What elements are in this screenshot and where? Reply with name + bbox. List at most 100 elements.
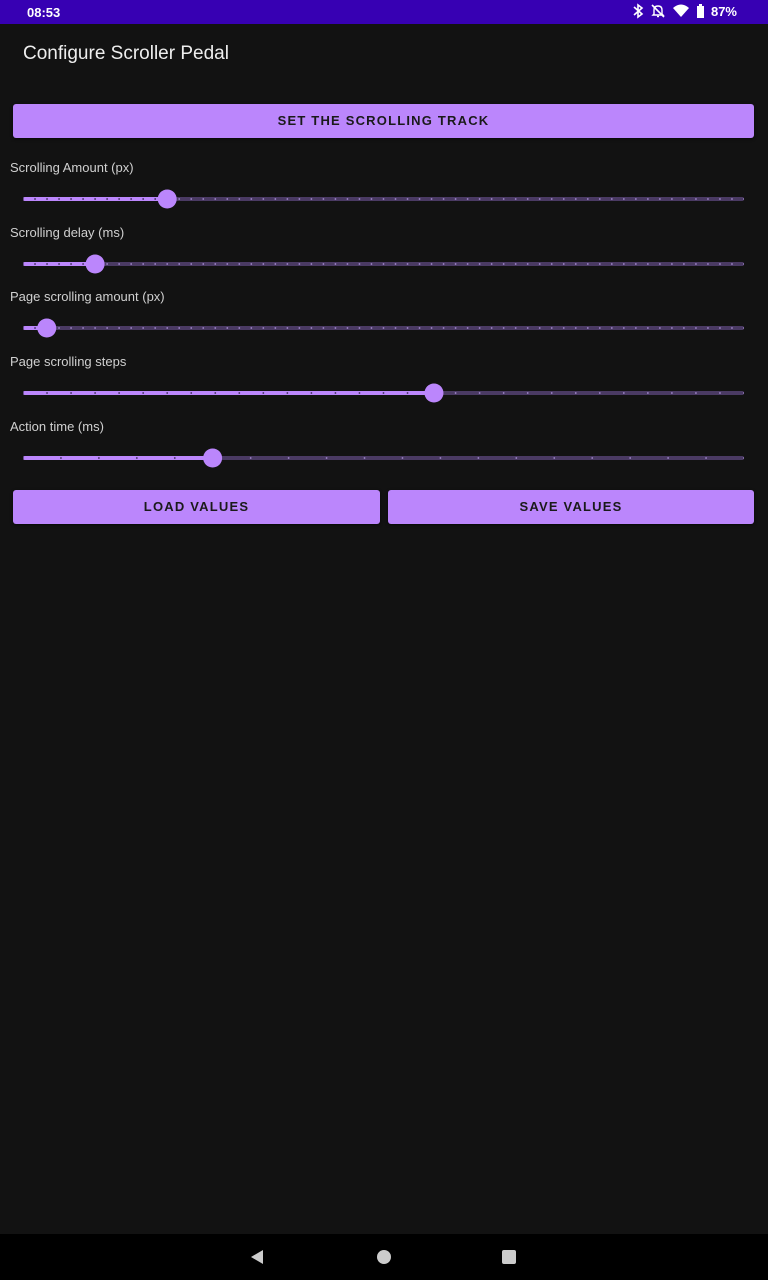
slider-tick	[610, 327, 613, 329]
recents-icon[interactable]	[499, 1247, 519, 1267]
slider-tick	[430, 327, 433, 329]
slider-tick	[130, 327, 133, 329]
slider-track-svg	[23, 189, 744, 209]
slider-tick	[719, 198, 721, 200]
slider-tick	[322, 263, 325, 265]
slider-tick	[671, 198, 673, 200]
slider-tick	[658, 263, 661, 265]
slider-thumb[interactable]	[37, 318, 57, 338]
battery-icon	[696, 4, 704, 18]
slider-tick	[310, 198, 313, 200]
slider-tick	[60, 457, 62, 459]
slider-tick	[610, 198, 613, 200]
slider-tick	[478, 327, 481, 329]
slider-tick	[274, 198, 277, 200]
slider-tick	[598, 327, 601, 329]
slider-tick	[553, 457, 556, 459]
slider-tick	[430, 198, 433, 200]
slider-tick	[719, 263, 721, 265]
slider-tick	[238, 263, 241, 265]
slider-tick	[322, 198, 325, 200]
slider-thumb[interactable]	[85, 254, 105, 274]
slider-tick	[250, 198, 253, 200]
slider-thumb[interactable]	[203, 448, 223, 468]
slider-tick	[286, 263, 289, 265]
slider-tick	[550, 263, 553, 265]
slider-track-svg	[23, 318, 744, 338]
slider-tick	[478, 263, 481, 265]
home-icon[interactable]	[374, 1247, 394, 1267]
slider-active-track	[23, 456, 213, 460]
load-values-button[interactable]: LOAD VALUES	[13, 490, 380, 524]
slider-tick	[142, 263, 145, 265]
slider-tick	[442, 198, 445, 200]
slider-tick	[502, 263, 505, 265]
slider-tick	[586, 198, 589, 200]
set-scrolling-track-button[interactable]: SET THE SCROLLING TRACK	[13, 104, 754, 138]
slider-page-scrolling-amount[interactable]	[23, 318, 744, 338]
slider-tick	[94, 392, 96, 394]
slider-tick	[622, 392, 625, 394]
slider-tick	[298, 263, 301, 265]
slider-thumb[interactable]	[157, 189, 177, 209]
slider-tick	[634, 198, 637, 200]
slider-tick	[430, 263, 433, 265]
slider-tick	[610, 263, 613, 265]
slider-tick	[82, 198, 84, 200]
slider-tick	[46, 263, 48, 265]
slider-tick	[58, 327, 60, 329]
slider-tick	[334, 198, 337, 200]
back-icon[interactable]	[247, 1247, 267, 1267]
slider-tick	[646, 198, 649, 200]
slider-tick	[646, 327, 649, 329]
slider-tick	[634, 263, 637, 265]
slider-tick	[118, 392, 121, 394]
slider-tick	[334, 392, 337, 394]
slider-tick	[442, 263, 445, 265]
slider-tick	[490, 327, 493, 329]
slider-tick	[586, 327, 589, 329]
slider-tick	[250, 263, 253, 265]
slider-tick	[562, 327, 565, 329]
slider-tick	[310, 392, 313, 394]
slider-tick	[262, 392, 265, 394]
slider-tick	[34, 263, 36, 265]
slider-track-svg	[23, 448, 744, 468]
slider-tick	[130, 263, 133, 265]
save-values-button[interactable]: SAVE VALUES	[388, 490, 754, 524]
slider-label-action-time: Action time (ms)	[10, 419, 104, 434]
slider-tick	[135, 457, 138, 459]
slider-tick	[249, 457, 252, 459]
slider-action-time[interactable]	[23, 448, 744, 468]
slider-tick	[142, 327, 145, 329]
slider-label-scrolling-delay: Scrolling delay (ms)	[10, 225, 125, 240]
slider-tick	[214, 327, 217, 329]
slider-tick	[695, 263, 697, 265]
slider-page-scrolling-steps[interactable]	[23, 383, 744, 403]
slider-tick	[106, 198, 109, 200]
slider-tick	[502, 392, 505, 394]
slider-scrolling-delay[interactable]	[23, 254, 744, 274]
slider-tick	[142, 392, 145, 394]
slider-tick	[166, 327, 169, 329]
slider-tick	[173, 457, 176, 459]
slider-tick	[274, 327, 277, 329]
slider-tick	[238, 198, 241, 200]
slider-tick	[370, 263, 373, 265]
slider-tick	[94, 198, 96, 200]
slider-tick	[478, 392, 481, 394]
slider-thumb[interactable]	[424, 383, 444, 403]
slider-tick	[550, 198, 553, 200]
slider-scrolling-amount[interactable]	[23, 189, 744, 209]
navigation-bar	[0, 1234, 768, 1280]
slider-tick	[562, 198, 565, 200]
slider-tick	[683, 263, 685, 265]
slider-tick	[514, 327, 517, 329]
slider-tick	[406, 198, 409, 200]
slider-tick	[683, 198, 685, 200]
slider-tick	[515, 457, 518, 459]
slider-tick	[286, 198, 289, 200]
slider-tick	[118, 327, 121, 329]
slider-tick	[586, 263, 589, 265]
slider-tick	[70, 327, 72, 329]
